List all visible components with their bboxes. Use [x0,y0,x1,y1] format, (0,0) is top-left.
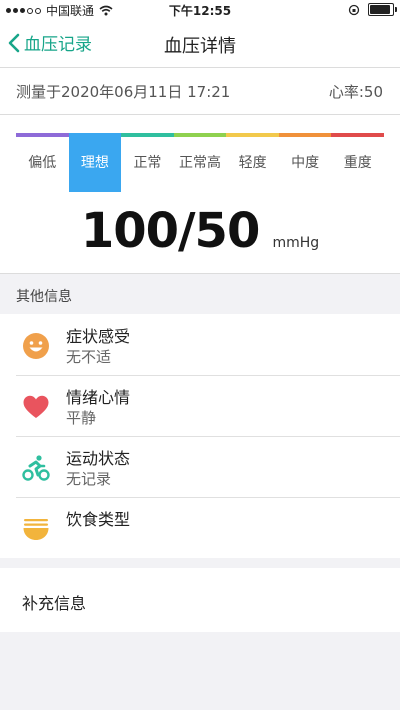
list-item-diet[interactable]: 饮食类型 [0,497,400,558]
item-value: 无记录 [66,470,112,488]
scale-level-5: 中度 [278,133,332,192]
scale-level-6: 重度 [331,133,385,192]
list-item-mood[interactable]: 情绪心情 平静 [0,375,400,436]
scale-level-4: 轻度 [226,133,279,192]
noodle-bowl-icon [23,519,49,540]
item-value: 平静 [66,409,97,427]
pressure-reading: 100/50 mmHg [0,203,400,259]
scale-level-label: 正常高 [179,155,222,171]
list-item-symptom[interactable]: 症状感受 无不适 [0,314,400,375]
cycling-icon [22,455,50,481]
measurement-info: 测量于2020年06月11日 17:21 心率:50 [0,68,400,115]
other-info-title: 其他信息 [16,289,72,305]
status-bar: 中国联通 下午12:55 [0,0,400,20]
list-item-exercise[interactable]: 运动状态 无记录 [0,436,400,497]
scale-level-label: 中度 [291,155,320,171]
heart-icon [23,395,49,418]
heart-rate: 心率:50 [328,83,383,101]
item-title: 情绪心情 [66,388,131,407]
pressure-level-scale: 偏低 理想 正常 正常高 轻度 中度 重度 [16,133,385,192]
scale-level-label: 正常 [133,155,162,171]
item-title: 症状感受 [66,327,131,346]
supplement-row[interactable]: 补充信息 [0,568,400,632]
item-value: 无不适 [66,348,112,366]
pressure-card: 偏低 理想 正常 正常高 轻度 中度 重度 100/50 mmHg [0,115,400,274]
other-info-list: 症状感受 无不适 情绪心情 平静 运动状态 无记录 饮食类型 [0,314,400,558]
item-title: 饮食类型 [66,510,131,529]
nav-bar: 血压记录 血压详情 [0,20,400,68]
other-info-header: 其他信息 [0,274,400,314]
smiley-icon [23,333,49,359]
battery-icon [368,3,397,16]
orientation-lock-icon [348,4,360,15]
scale-level-label: 理想 [80,155,109,171]
scale-level-3: 正常高 [173,133,227,192]
scale-level-1: 理想 [68,133,122,192]
status-right [348,3,397,16]
scale-level-2: 正常 [121,133,174,192]
pressure-value: 100/50 [80,203,261,259]
scale-level-label: 轻度 [238,155,267,171]
scale-level-0: 偏低 [16,133,69,192]
item-title: 运动状态 [66,449,131,468]
supplement-label: 补充信息 [22,594,87,613]
measurement-time: 测量于2020年06月11日 17:21 [16,83,231,101]
scale-level-label: 重度 [343,155,372,171]
page-title: 血压详情 [164,36,236,57]
pressure-unit: mmHg [272,235,320,251]
status-time: 下午12:55 [168,4,232,18]
scale-level-label: 偏低 [28,155,57,171]
